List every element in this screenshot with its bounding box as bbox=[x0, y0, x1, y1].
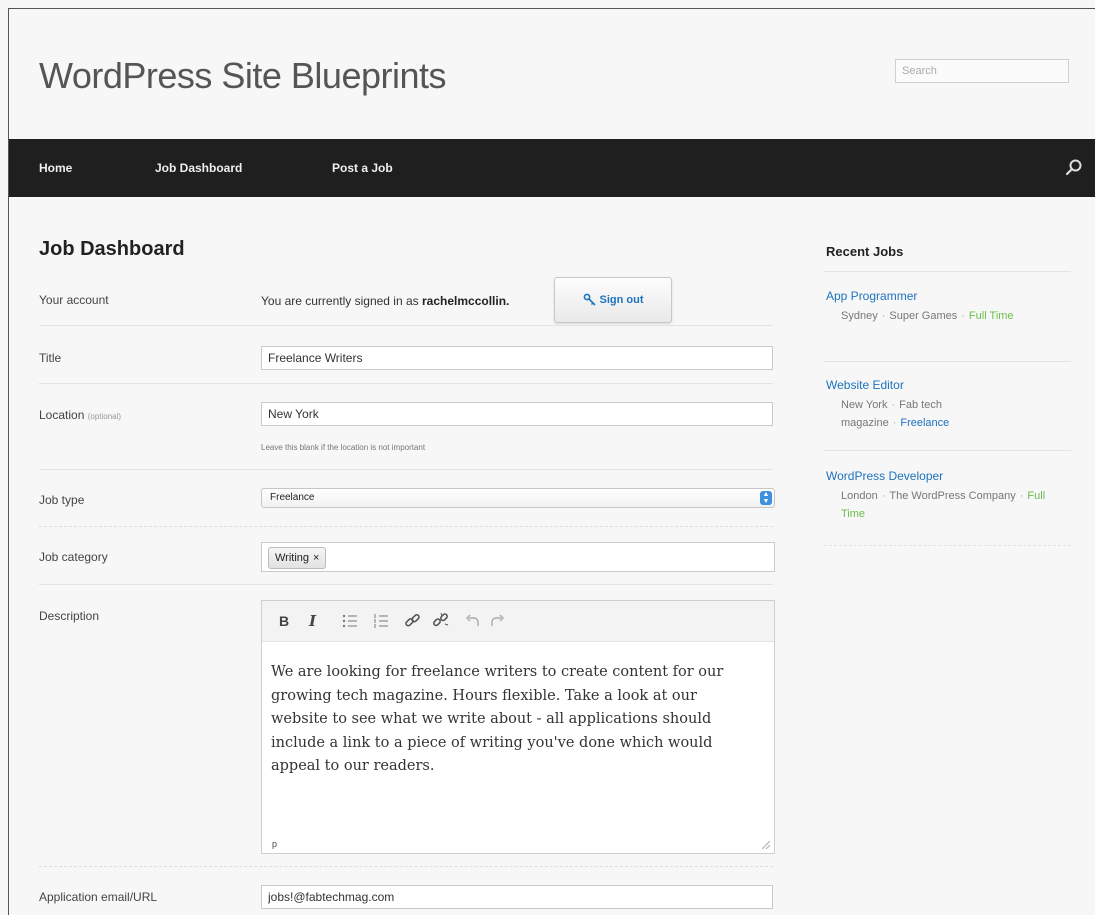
application-input[interactable] bbox=[261, 885, 773, 909]
browser-viewport: WordPress Site Blueprints Home Job Dashb… bbox=[8, 8, 1095, 915]
description-text[interactable]: We are looking for freelance writers to … bbox=[271, 661, 741, 779]
job-link-website-editor[interactable]: Website Editor bbox=[826, 378, 904, 392]
account-label: Your account bbox=[39, 293, 109, 307]
redo-icon[interactable] bbox=[490, 613, 505, 627]
row-divider bbox=[39, 584, 773, 585]
key-icon bbox=[583, 293, 596, 306]
job-meta: Sydney · Super Games · Full Time bbox=[841, 307, 1051, 325]
italic-button[interactable]: I bbox=[309, 613, 316, 629]
sidebar-divider bbox=[824, 545, 1071, 546]
unlink-icon[interactable] bbox=[432, 612, 450, 629]
nav-item-job-dashboard[interactable]: Job Dashboard bbox=[155, 161, 242, 175]
remove-tag-icon[interactable]: × bbox=[313, 552, 319, 564]
meta-separator: · bbox=[881, 490, 886, 502]
sidebar-heading: Recent Jobs bbox=[826, 244, 904, 259]
signed-in-username: rachelmccollin. bbox=[422, 294, 510, 308]
row-divider bbox=[39, 383, 773, 384]
description-label: Description bbox=[39, 609, 100, 623]
location-label: Location (optional) bbox=[39, 408, 121, 422]
editor-element-path: p bbox=[272, 839, 278, 849]
job-location: London bbox=[841, 490, 878, 502]
undo-icon[interactable] bbox=[465, 613, 480, 627]
location-input[interactable] bbox=[261, 402, 773, 426]
meta-separator: · bbox=[1019, 490, 1024, 502]
category-tag-label: Writing bbox=[275, 552, 310, 564]
nav-item-post-a-job[interactable]: Post a Job bbox=[332, 161, 393, 175]
optional-note: (optional) bbox=[87, 412, 122, 421]
numbered-list-icon[interactable] bbox=[373, 614, 389, 628]
sidebar-divider bbox=[824, 450, 1071, 451]
row-divider bbox=[39, 526, 773, 527]
editor-toolbar: B I bbox=[262, 601, 774, 642]
meta-separator: · bbox=[881, 310, 886, 322]
resize-grip-icon[interactable] bbox=[762, 841, 770, 849]
main-navigation: Home Job Dashboard Post a Job bbox=[9, 139, 1095, 197]
job-meta: New York · Fab tech magazine · Freelance bbox=[841, 396, 1051, 432]
job-link-app-programmer[interactable]: App Programmer bbox=[826, 289, 917, 303]
signed-in-prefix: You are currently signed in as bbox=[261, 294, 422, 308]
row-divider bbox=[39, 325, 773, 326]
row-divider bbox=[39, 866, 773, 867]
job-type-label: Job type bbox=[39, 493, 85, 507]
location-label-text: Location bbox=[39, 408, 85, 422]
title-input[interactable] bbox=[261, 346, 773, 370]
bold-button[interactable]: B bbox=[279, 613, 289, 629]
sidebar-divider bbox=[824, 361, 1071, 362]
nav-item-home[interactable]: Home bbox=[39, 161, 72, 175]
site-title[interactable]: WordPress Site Blueprints bbox=[39, 55, 447, 97]
header-search-input[interactable] bbox=[895, 59, 1069, 83]
job-link-wordpress-developer[interactable]: WordPress Developer bbox=[826, 469, 943, 483]
sidebar-divider bbox=[824, 271, 1071, 272]
select-arrows-icon: ▲ ▼ bbox=[760, 491, 772, 505]
link-icon[interactable] bbox=[404, 612, 421, 629]
application-label: Application email/URL bbox=[39, 890, 158, 904]
meta-separator: · bbox=[961, 310, 965, 322]
sign-out-label: Sign out bbox=[599, 294, 644, 306]
job-category-input[interactable]: Writing × bbox=[261, 542, 775, 572]
sign-out-button[interactable]: Sign out bbox=[554, 277, 672, 323]
page-title: Job Dashboard bbox=[39, 238, 185, 260]
category-tag: Writing × bbox=[268, 547, 327, 569]
job-company: The WordPress Company bbox=[889, 490, 1016, 502]
job-type-selected-value: Freelance bbox=[270, 492, 315, 503]
job-meta: London · The WordPress Company · Full Time bbox=[841, 487, 1051, 523]
job-type-select[interactable]: Freelance ▲ ▼ bbox=[261, 488, 775, 508]
job-type-badge: Full Time bbox=[968, 310, 1014, 322]
title-label: Title bbox=[39, 351, 62, 365]
job-location: Sydney bbox=[841, 310, 878, 322]
row-divider bbox=[39, 469, 773, 470]
bullet-list-icon[interactable] bbox=[342, 614, 358, 628]
job-category-label: Job category bbox=[39, 550, 108, 564]
meta-separator: · bbox=[891, 399, 896, 411]
description-editor[interactable]: B I We are looking for freelance writers… bbox=[261, 600, 775, 854]
job-type-badge: Freelance bbox=[900, 417, 950, 429]
signed-in-text: You are currently signed in as rachelmcc… bbox=[261, 294, 509, 308]
job-company: Super Games bbox=[889, 310, 958, 322]
job-location: New York bbox=[841, 399, 888, 411]
location-hint: Leave this blank if the location is not … bbox=[261, 443, 426, 452]
meta-separator: · bbox=[892, 417, 897, 429]
search-icon[interactable] bbox=[1064, 157, 1084, 177]
